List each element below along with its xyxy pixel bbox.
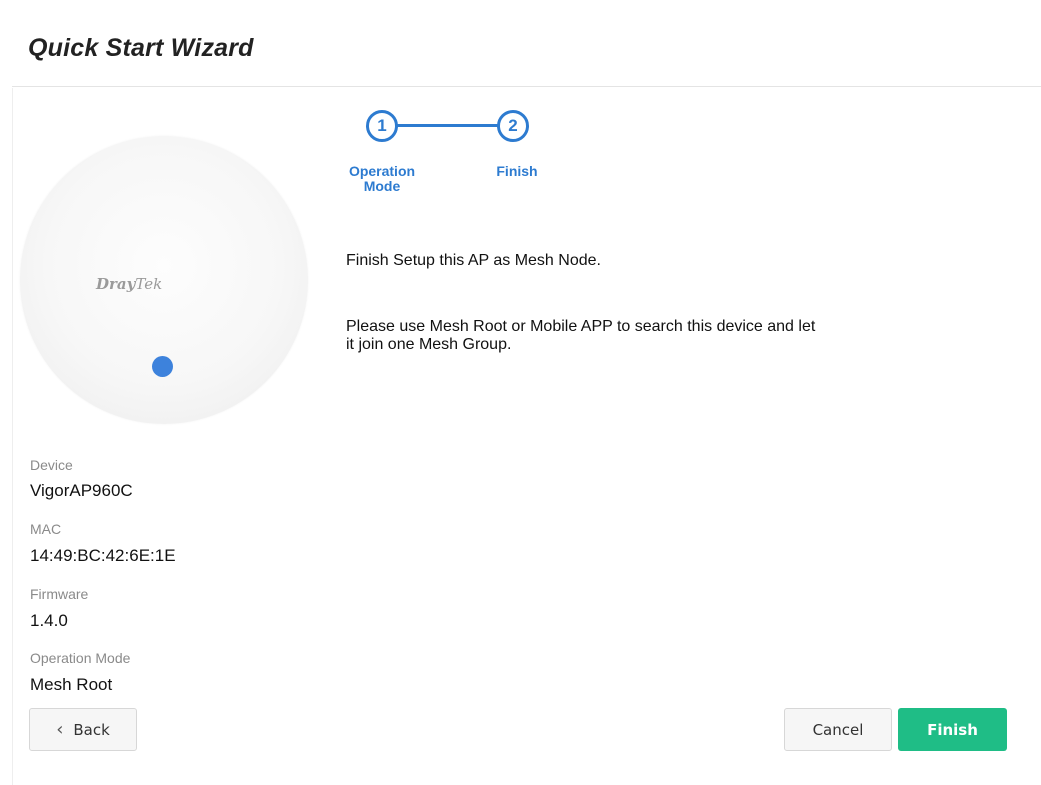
operation-mode-value: Mesh Root [30,675,113,694]
logo-part-tek: Tek [135,275,163,293]
step-connector [397,124,498,127]
title-divider [12,86,1041,87]
firmware-label: Firmware [30,586,89,602]
chevron-left-icon: ‹ [56,719,64,740]
page-title: Quick Start Wizard [28,34,254,62]
draytek-logo: DrayTek [96,275,216,293]
device-led-indicator [152,356,173,377]
back-button[interactable]: ‹ Back [29,708,137,751]
step-2-label: Finish [496,163,538,179]
step-2-indicator: 2 [497,110,529,142]
operation-mode-label: Operation Mode [30,650,131,666]
mac-value: 14:49:BC:42:6E:1E [30,546,176,565]
left-divider [12,88,13,785]
firmware-value: 1.4.0 [30,611,68,630]
finish-button[interactable]: Finish [898,708,1007,751]
back-button-label: Back [73,720,110,739]
cancel-button[interactable]: Cancel [784,708,892,751]
mesh-instruction-message: Please use Mesh Root or Mobile APP to se… [346,318,816,353]
step-1-label: Operation Mode [348,163,416,194]
mac-label: MAC [30,521,62,537]
device-value: VigorAP960C [30,481,133,500]
step-1-indicator: 1 [366,110,398,142]
device-label: Device [30,457,73,473]
logo-part-dray: Dray [96,275,136,293]
finish-message: Finish Setup this AP as Mesh Node. [346,252,601,269]
